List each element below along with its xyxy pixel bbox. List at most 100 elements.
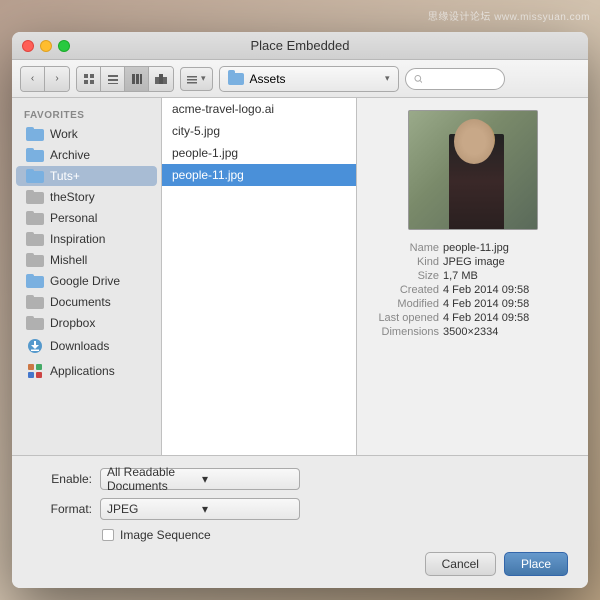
image-sequence-row: Image Sequence — [102, 528, 568, 542]
sidebar-item-label: Tuts+ — [50, 169, 80, 183]
cancel-button[interactable]: Cancel — [425, 552, 496, 576]
enable-value: All Readable Documents — [107, 465, 198, 493]
bottom-panel: Enable: All Readable Documents ▾ Format:… — [12, 455, 588, 588]
name-label: Name — [369, 242, 439, 254]
sidebar-item-label: Mishell — [50, 253, 87, 267]
sidebar-item-personal[interactable]: Personal — [16, 208, 157, 228]
file-panel: acme-travel-logo.ai city-5.jpg people-1.… — [162, 98, 357, 455]
location-folder-icon — [228, 73, 244, 85]
sidebar-item-label: Dropbox — [50, 316, 95, 330]
sidebar-item-label: Personal — [50, 211, 97, 225]
view-icon-button[interactable] — [77, 67, 101, 91]
sidebar-item-label: Archive — [50, 148, 90, 162]
preview-image — [408, 110, 538, 230]
folder-icon — [26, 316, 44, 330]
file-item[interactable]: city-5.jpg — [162, 120, 356, 142]
back-button[interactable]: ‹ — [21, 67, 45, 91]
sidebar-item-label: Documents — [50, 295, 111, 309]
folder-icon — [26, 295, 44, 309]
created-value: 4 Feb 2014 09:58 — [443, 284, 529, 296]
enable-dropdown[interactable]: All Readable Documents ▾ — [100, 468, 300, 490]
main-area: FAVORITES Work Archive Tuts+ theStory Pe… — [12, 98, 588, 455]
sidebar-item-inspiration[interactable]: Inspiration — [16, 229, 157, 249]
maximize-button[interactable] — [58, 40, 70, 52]
sidebar-item-downloads[interactable]: Downloads — [16, 334, 157, 358]
format-value: JPEG — [107, 502, 198, 516]
enable-row: Enable: All Readable Documents ▾ — [32, 468, 568, 490]
search-box — [405, 68, 505, 90]
sidebar-item-thestory[interactable]: theStory — [16, 187, 157, 207]
sidebar-item-label: Google Drive — [50, 274, 120, 288]
sidebar-item-label: Downloads — [50, 339, 109, 353]
place-button[interactable]: Place — [504, 552, 568, 576]
file-item[interactable]: people-1.jpg — [162, 142, 356, 164]
sidebar-item-tuts[interactable]: Tuts+ — [16, 166, 157, 186]
enable-label: Enable: — [32, 472, 92, 486]
kind-label: Kind — [369, 256, 439, 268]
modified-value: 4 Feb 2014 09:58 — [443, 298, 529, 310]
sidebar-item-documents[interactable]: Documents — [16, 292, 157, 312]
name-value: people-11.jpg — [443, 242, 509, 254]
watermark: 思缘设计论坛 www.missyuan.com — [428, 8, 590, 23]
location-arrow: ▾ — [385, 73, 390, 84]
dialog-title: Place Embedded — [250, 38, 349, 53]
forward-button[interactable]: › — [45, 67, 69, 91]
format-row: Format: JPEG ▾ — [32, 498, 568, 520]
modified-label: Modified — [369, 298, 439, 310]
nav-buttons: ‹ › — [20, 66, 70, 92]
lastopened-label: Last opened — [369, 312, 439, 324]
sidebar: FAVORITES Work Archive Tuts+ theStory Pe… — [12, 98, 162, 455]
favorites-label: FAVORITES — [12, 106, 161, 123]
view-buttons — [76, 66, 174, 92]
folder-icon — [26, 253, 44, 267]
size-label: Size — [369, 270, 439, 282]
folder-icon — [26, 127, 44, 141]
format-dropdown[interactable]: JPEG ▾ — [100, 498, 300, 520]
dimensions-value: 3500×2334 — [443, 326, 498, 338]
view-column-button[interactable] — [125, 67, 149, 91]
minimize-button[interactable] — [40, 40, 52, 52]
titlebar: Place Embedded — [12, 32, 588, 60]
folder-icon — [26, 211, 44, 225]
sidebar-item-dropbox[interactable]: Dropbox — [16, 313, 157, 333]
sidebar-item-work[interactable]: Work — [16, 124, 157, 144]
format-label: Format: — [32, 502, 92, 516]
dimensions-label: Dimensions — [369, 326, 439, 338]
chevron-down-icon: ▾ — [202, 502, 293, 516]
file-info: Name people-11.jpg Kind JPEG image Size … — [369, 242, 576, 340]
lastopened-value: 4 Feb 2014 09:58 — [443, 312, 529, 324]
sidebar-item-mishell[interactable]: Mishell — [16, 250, 157, 270]
chevron-down-icon: ▾ — [202, 472, 293, 486]
search-input[interactable] — [422, 73, 495, 85]
location-dropdown[interactable]: Assets ▾ — [219, 66, 399, 92]
sidebar-item-label: Applications — [50, 364, 115, 378]
preview-panel: Name people-11.jpg Kind JPEG image Size … — [357, 98, 588, 455]
image-sequence-label: Image Sequence — [120, 528, 211, 542]
window-controls — [22, 40, 70, 52]
search-icon — [414, 74, 423, 84]
file-item[interactable]: acme-travel-logo.ai — [162, 98, 356, 120]
image-sequence-checkbox[interactable] — [102, 529, 114, 541]
button-row: Cancel Place — [32, 552, 568, 576]
applications-icon — [26, 362, 44, 380]
file-item-selected[interactable]: people-11.jpg — [162, 164, 356, 186]
folder-icon — [26, 190, 44, 204]
sidebar-item-archive[interactable]: Archive — [16, 145, 157, 165]
view-options-dropdown[interactable]: ▾ — [180, 67, 213, 91]
size-value: 1,7 MB — [443, 270, 478, 282]
view-cover-button[interactable] — [149, 67, 173, 91]
sidebar-item-googledrive[interactable]: Google Drive — [16, 271, 157, 291]
location-label: Assets — [250, 72, 379, 86]
sidebar-item-label: Inspiration — [50, 232, 105, 246]
folder-icon — [26, 148, 44, 162]
folder-icon — [26, 169, 44, 183]
dialog-window: Place Embedded ‹ › ▾ Asse — [12, 32, 588, 588]
close-button[interactable] — [22, 40, 34, 52]
preview-person-head — [461, 121, 495, 159]
sidebar-item-applications[interactable]: Applications — [16, 359, 157, 383]
kind-value: JPEG image — [443, 256, 505, 268]
toolbar: ‹ › ▾ Assets ▾ — [12, 60, 588, 98]
sidebar-item-label: theStory — [50, 190, 95, 204]
preview-person-body — [449, 134, 504, 229]
view-list-button[interactable] — [101, 67, 125, 91]
